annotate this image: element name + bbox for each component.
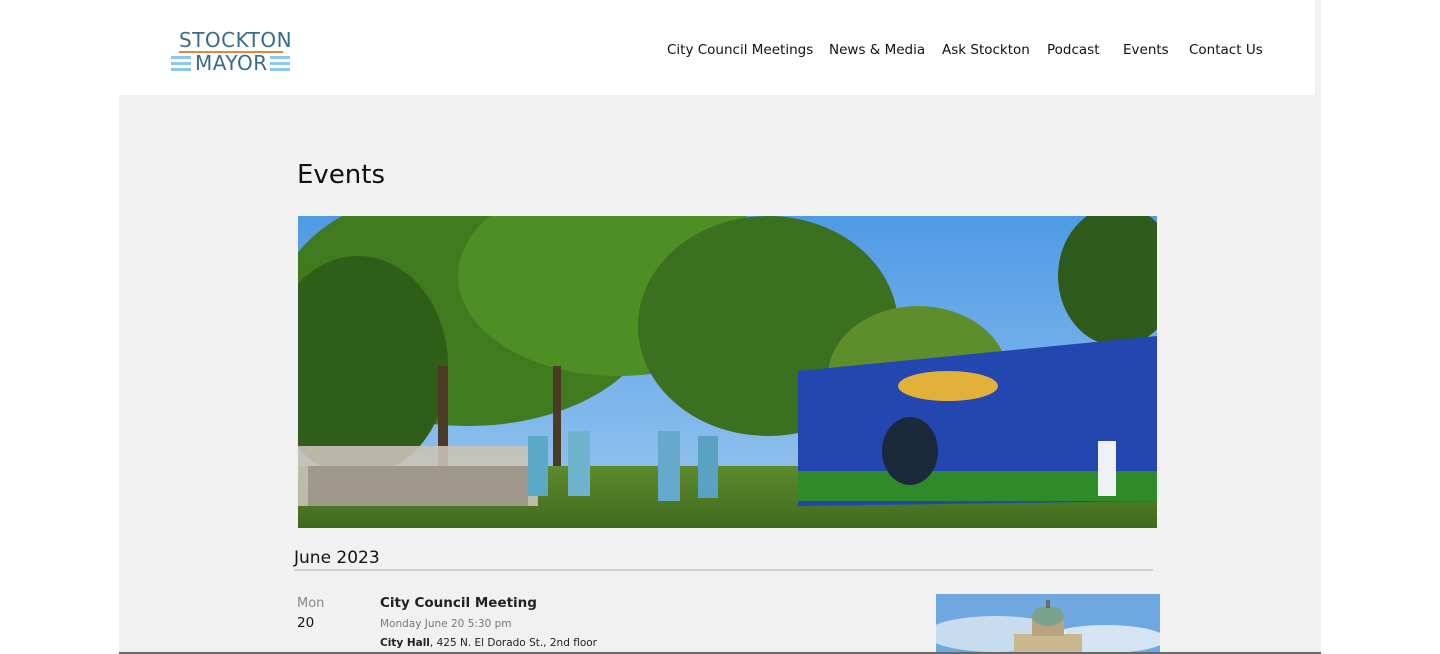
event-address: , 425 N. El Dorado St., 2nd floor (429, 637, 597, 649)
header-edge (1315, 0, 1321, 95)
logo-line1: STOCKTON (179, 28, 293, 52)
event-weekday: Mon (297, 596, 325, 611)
logo-bars-left (171, 56, 191, 74)
nav-events[interactable]: Events (1123, 42, 1169, 58)
nav-news-media[interactable]: News & Media (829, 42, 925, 58)
month-divider (294, 569, 1153, 571)
event-venue: City Hall (380, 637, 430, 649)
nav-podcast[interactable]: Podcast (1047, 42, 1100, 58)
logo-line2: MAYOR (195, 51, 268, 75)
month-heading: June 2023 (294, 548, 380, 568)
hero-image (298, 216, 1157, 528)
nav-city-council-meetings[interactable]: City Council Meetings (667, 42, 813, 58)
site-logo[interactable]: STOCKTON MAYOR (171, 28, 293, 75)
event-title-link[interactable]: City Council Meeting (380, 595, 537, 611)
page-title: Events (297, 160, 386, 190)
logo-bars-right (270, 56, 290, 74)
event-thumbnail[interactable] (936, 594, 1160, 654)
nav-ask-stockton[interactable]: Ask Stockton (942, 42, 1030, 58)
event-day: 20 (297, 615, 315, 631)
event-location: City Hall, 425 N. El Dorado St., 2nd flo… (380, 637, 597, 649)
event-datetime: Monday June 20 5:30 pm (380, 618, 512, 630)
nav-contact-us[interactable]: Contact Us (1189, 42, 1263, 58)
